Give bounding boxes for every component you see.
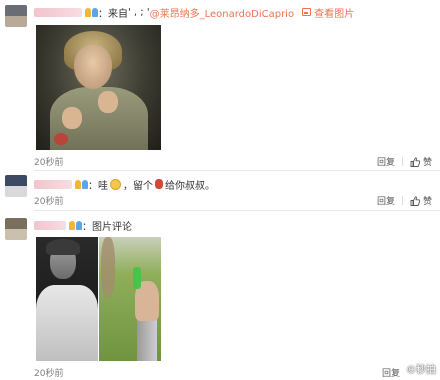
action-divider — [401, 196, 403, 205]
view-image-label: 查看图片 — [314, 8, 355, 20]
comment-image-left[interactable] — [36, 237, 98, 361]
comment-header: ：图片评论 — [34, 218, 132, 233]
comment-text: ，留个 — [123, 180, 153, 192]
comment-header: ：来自 ' , ; ' @莱昂纳多_LeonardoDiCaprio 查看图片 — [34, 5, 354, 20]
badge-icon — [75, 179, 81, 189]
username-blurred[interactable] — [34, 220, 66, 230]
comment-divider — [34, 210, 440, 211]
watermark: ©秒拍 — [406, 365, 436, 376]
reply-button[interactable]: 回复 — [377, 155, 395, 168]
like-label: 赞 — [422, 197, 432, 207]
comment-actions: 回复 赞 — [377, 194, 432, 207]
thumbs-up-icon — [410, 156, 420, 167]
username-blurred[interactable] — [34, 7, 82, 17]
comment-image[interactable] — [36, 25, 161, 150]
comment-text: ：图片评论 — [82, 221, 132, 233]
thumbs-up-icon — [410, 195, 420, 206]
comment-actions: 回复 — [382, 366, 400, 379]
like-label: 赞 — [422, 158, 432, 168]
action-divider — [401, 157, 403, 166]
comment-text: ：哇 — [88, 180, 108, 192]
reply-button[interactable]: 回复 — [377, 194, 395, 207]
timestamp: 20秒前 — [34, 158, 64, 168]
smile-emoji-icon — [110, 178, 121, 190]
comment-text-fragment: ' , ; ' — [128, 6, 150, 18]
view-image-link[interactable]: 查看图片 — [302, 5, 354, 20]
avatar[interactable] — [5, 5, 27, 27]
badge-icon — [69, 220, 75, 230]
timestamp: 20秒前 — [34, 369, 64, 379]
comment-text: ：来自 — [98, 8, 128, 20]
comment-text: 给你叔叔。 — [165, 180, 215, 192]
reply-button[interactable]: 回复 — [382, 366, 400, 379]
avatar[interactable] — [5, 218, 27, 240]
comment-divider — [34, 170, 440, 171]
avatar[interactable] — [5, 175, 27, 197]
username-blurred[interactable] — [34, 179, 72, 189]
timestamp: 20秒前 — [34, 197, 64, 207]
comment-image-right[interactable] — [99, 237, 161, 361]
badge-icon — [85, 7, 91, 17]
footprint-icon — [155, 179, 163, 189]
mention-link[interactable]: @莱昂纳多_LeonardoDiCaprio — [150, 5, 294, 20]
like-button[interactable]: 赞 — [410, 194, 432, 207]
image-icon — [302, 8, 312, 16]
like-button[interactable]: 赞 — [410, 155, 432, 168]
comment-header: ：哇 ，留个 给你叔叔。 — [34, 177, 215, 192]
comment-actions: 回复 赞 — [377, 155, 432, 168]
